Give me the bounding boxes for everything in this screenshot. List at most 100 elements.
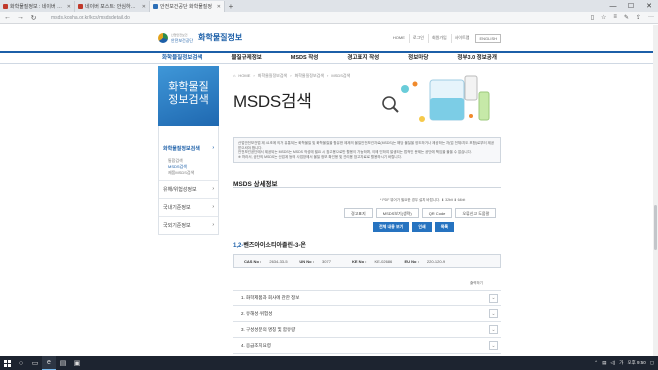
breadcrumb-level2[interactable]: 화학물질정보검색 bbox=[295, 73, 324, 78]
browser-tab-kosha[interactable]: 안전보건공단 화학물질정 ✕ bbox=[150, 1, 225, 12]
store-icon[interactable]: ▣ bbox=[70, 356, 84, 370]
windows-taskbar: ○ ▭ e ▤ ▣ ⌃ ▤ ◁) 가 오후 9:50 ▢ bbox=[0, 356, 658, 370]
util-login-link[interactable]: 로그인 bbox=[408, 34, 427, 43]
start-button[interactable] bbox=[0, 356, 14, 370]
ime-indicator[interactable]: 가 bbox=[619, 360, 623, 366]
print-link[interactable]: 출력하기 bbox=[470, 281, 483, 286]
pdf-note[interactable]: * PDF 뷰어가 필요한 경우 설치 바랍니다. ⬇ 32bit ⬇ 64bi… bbox=[380, 198, 465, 203]
eu-label: EU No : bbox=[404, 258, 419, 264]
more-icon[interactable]: ··· bbox=[648, 14, 654, 21]
browser-tab-post[interactable]: 네이버 포스트: 안심하고 사용하 ✕ bbox=[75, 1, 150, 12]
notice-box: 산업안전보건법 제 41조에 의거 유통되는 화학물질 및 화학물질을 함유한 … bbox=[233, 137, 501, 163]
scrollbar-thumb[interactable] bbox=[654, 205, 657, 250]
forward-arrow-icon[interactable]: → bbox=[17, 14, 24, 21]
accordion-item[interactable]: 2. 유해성·위험성 ⌄ bbox=[233, 306, 501, 322]
system-tray: ⌃ ▤ ◁) 가 오후 9:50 ▢ bbox=[594, 356, 654, 370]
action-buttons: 전체 내용 보기 인쇄 목록 bbox=[373, 222, 455, 232]
sidebar-item-foreign[interactable]: 국외기준정보 › bbox=[159, 216, 218, 234]
breadcrumb-level1[interactable]: 화학물질정보검색 bbox=[258, 73, 287, 78]
ke-label: KE No : bbox=[352, 258, 367, 264]
clock[interactable]: 오후 9:50 bbox=[627, 360, 645, 366]
file-explorer-icon[interactable]: ▤ bbox=[56, 356, 70, 370]
notifications-icon[interactable]: ▢ bbox=[650, 360, 654, 366]
url-field[interactable]: msds.kosha.or.kr/kcs/msdsdetail.do bbox=[51, 15, 585, 21]
chevron-down-icon[interactable]: ⌄ bbox=[489, 293, 498, 303]
gnb-item-chem-search[interactable]: 화학물질정보검색 bbox=[158, 53, 206, 64]
site-header: 산업안전보건 안전보건공단 화학물질정보 HOME 로그인 회원가입 사이트맵 … bbox=[0, 25, 658, 51]
browser-tab-naver[interactable]: 화학물질정보 : 네이버 통합 ✕ bbox=[0, 1, 75, 12]
task-view-icon[interactable]: ▭ bbox=[28, 356, 42, 370]
breadcrumb-home[interactable]: HOME bbox=[238, 73, 250, 78]
accordion-item[interactable]: 1. 화학제품과 회사에 관한 정보 ⌄ bbox=[233, 290, 501, 306]
accordion-label: 1. 화학제품과 회사에 관한 정보 bbox=[241, 295, 300, 300]
notice-line: ※ 따라서, 공단의 MSDS는 산업계 등의 사업장에서 물질 정보 확인용 … bbox=[238, 154, 402, 159]
reading-view-icon[interactable]: ▯ bbox=[591, 14, 594, 21]
warning-label-button[interactable]: 경고표지 bbox=[344, 208, 373, 218]
close-window-button[interactable]: ✕ bbox=[640, 0, 658, 12]
ke-value: KE-02686 bbox=[374, 258, 393, 264]
lnb-title-line2: 정보검색 bbox=[168, 94, 209, 106]
sidebar-item-domestic[interactable]: 국내기준정보 › bbox=[159, 198, 218, 216]
chemical-identifiers: CAS No : 2634-33-5 UN No : 3077 KE No : … bbox=[233, 254, 501, 268]
tab-close-icon[interactable]: ✕ bbox=[142, 4, 146, 10]
accordion-label: 3. 구성성분의 명칭 및 함유량 bbox=[241, 326, 296, 332]
chevron-down-icon[interactable]: ⌄ bbox=[489, 309, 498, 318]
molecule-icon bbox=[401, 85, 409, 93]
new-tab-button[interactable]: + bbox=[225, 1, 237, 12]
sidebar-item-label: 국내기준정보 bbox=[163, 205, 191, 211]
search-icon[interactable]: ○ bbox=[14, 356, 28, 370]
sidebar-item-chem-search[interactable]: 화학물질정보검색 › bbox=[159, 139, 218, 157]
tab-close-icon[interactable]: ✕ bbox=[67, 4, 71, 10]
english-button[interactable]: ENGLISH bbox=[475, 34, 501, 43]
accordion-item[interactable]: 4. 응급조치요령 ⌄ bbox=[233, 338, 501, 354]
favorite-star-icon[interactable]: ☆ bbox=[601, 14, 606, 21]
cas-value: 2634-33-5 bbox=[269, 258, 288, 264]
error-report-button[interactable]: 오류신고 도움말 bbox=[455, 208, 497, 218]
edge-browser-icon[interactable]: e bbox=[42, 356, 56, 370]
chemical-name-text: 벤즈아이소티아졸린-3-온 bbox=[243, 243, 306, 249]
sidebar-sub-product-msds[interactable]: 제품MSDS검색 bbox=[168, 170, 218, 176]
back-arrow-icon[interactable]: ← bbox=[4, 14, 11, 21]
chemical-number: 1,2- bbox=[233, 243, 244, 249]
maximize-button[interactable]: ☐ bbox=[622, 0, 640, 12]
view-all-button[interactable]: 전체 내용 보기 bbox=[373, 222, 410, 232]
minimize-button[interactable]: — bbox=[604, 0, 622, 12]
chevron-right-icon: › bbox=[212, 186, 214, 192]
util-join-link[interactable]: 회원가입 bbox=[427, 34, 450, 43]
site-logo[interactable]: 산업안전보건 안전보건공단 화학물질정보 bbox=[158, 32, 242, 43]
gnb-item-label-write[interactable]: 경고표지 작성 bbox=[343, 53, 383, 64]
windows-logo-icon bbox=[3, 359, 11, 367]
gnb-item-gov30[interactable]: 정부3.0 정보공개 bbox=[453, 53, 501, 64]
share-icon[interactable]: ⇪ bbox=[636, 14, 641, 21]
page-scrollbar[interactable] bbox=[653, 25, 658, 356]
chevron-down-icon[interactable]: ⌄ bbox=[489, 341, 498, 350]
print-button[interactable]: 인쇄 bbox=[412, 222, 432, 232]
msds-view-button[interactable]: MSDS보기(생략) bbox=[375, 208, 419, 218]
qr-code-button[interactable]: QR Code bbox=[421, 208, 453, 218]
gnb-item-msds-write[interactable]: MSDS 작성 bbox=[287, 53, 323, 64]
chevron-right-icon: › bbox=[212, 222, 214, 228]
accordion-label: 2. 유해성·위험성 bbox=[241, 310, 273, 316]
sidebar-item-hazard[interactable]: 유해/위험성정보 › bbox=[159, 180, 218, 198]
gnb-item-regulation[interactable]: 물질규제정보 bbox=[227, 53, 265, 64]
hub-icon[interactable]: ≡ bbox=[613, 14, 617, 21]
volume-icon[interactable]: ◁) bbox=[610, 360, 615, 366]
network-icon[interactable]: ▤ bbox=[602, 360, 606, 366]
accordion-item[interactable]: 3. 구성성분의 명칭 및 함유량 ⌄ bbox=[233, 322, 501, 338]
post-favicon-icon bbox=[78, 4, 83, 9]
chevron-down-icon[interactable]: ⌄ bbox=[489, 325, 498, 334]
refresh-icon[interactable]: ↻ bbox=[30, 14, 37, 22]
lnb-title: 화학물질 정보검색 bbox=[158, 66, 219, 126]
gnb-item-info[interactable]: 정보마당 bbox=[404, 53, 432, 64]
lnb-title-line1: 화학물질 bbox=[168, 81, 209, 93]
util-sitemap-link[interactable]: 사이트맵 bbox=[450, 34, 473, 43]
cas-label: CAS No : bbox=[244, 258, 262, 264]
tray-arrow-icon[interactable]: ⌃ bbox=[594, 360, 598, 366]
note-icon[interactable]: ✎ bbox=[624, 14, 629, 21]
tab-close-icon[interactable]: ✕ bbox=[217, 4, 221, 10]
home-icon: ⌂ bbox=[233, 73, 236, 78]
util-home-link[interactable]: HOME bbox=[390, 34, 408, 43]
list-button[interactable]: 목록 bbox=[434, 222, 455, 232]
eu-value: 220-120-9 bbox=[426, 258, 446, 264]
breadcrumb-current: MSDS검색 bbox=[331, 73, 351, 78]
